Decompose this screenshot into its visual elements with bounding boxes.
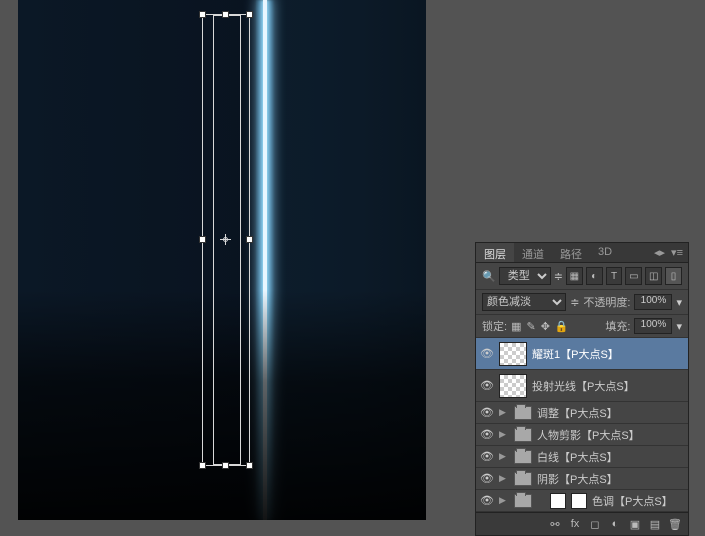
lock-label: 锁定: bbox=[482, 318, 507, 334]
layers-panel: 图层 通道 路径 3D ◂▸ ▾≡ 🔍 类型 ≑ ▦ ◐ T ▭ ◫ ▯ 颜色减… bbox=[475, 242, 689, 536]
opacity-label: 不透明度: bbox=[583, 294, 630, 310]
transform-handle-mid-right[interactable] bbox=[246, 236, 253, 243]
filter-kind-select[interactable]: 类型 bbox=[499, 267, 551, 285]
folder-icon bbox=[514, 428, 532, 442]
layer-name[interactable]: 白线【P大点S】 bbox=[537, 449, 684, 465]
disclosure-triangle-icon[interactable]: ▶ bbox=[499, 451, 509, 462]
search-icon: 🔍 bbox=[482, 270, 496, 283]
disclosure-triangle-icon[interactable]: ▶ bbox=[499, 429, 509, 440]
folder-icon bbox=[514, 450, 532, 464]
lock-row: 锁定: ▦ ✎ ✥ 🔒 填充: 100% ▾ bbox=[476, 315, 688, 338]
transform-handle-mid-left[interactable] bbox=[199, 236, 206, 243]
layer-thumbnail[interactable] bbox=[499, 374, 527, 398]
panel-tabs: 图层 通道 路径 3D ◂▸ ▾≡ bbox=[476, 243, 688, 263]
layer-name[interactable]: 调整【P大点S】 bbox=[537, 405, 684, 421]
fill-label: 填充: bbox=[605, 318, 630, 334]
panel-collapse-icon[interactable]: ◂▸ bbox=[654, 246, 665, 259]
visibility-eye-icon[interactable]: 👁 bbox=[480, 406, 494, 420]
chevron-down-icon[interactable]: ▾ bbox=[676, 320, 682, 333]
lock-all-icon[interactable]: 🔒 bbox=[555, 320, 569, 333]
filter-pixel-icon[interactable]: ▦ bbox=[566, 267, 583, 285]
fill-value[interactable]: 100% bbox=[634, 318, 672, 334]
disclosure-triangle-icon[interactable]: ▶ bbox=[499, 407, 509, 418]
layer-filter-row: 🔍 类型 ≑ ▦ ◐ T ▭ ◫ ▯ bbox=[476, 263, 688, 290]
layer-name[interactable]: 色调【P大点S】 bbox=[592, 493, 684, 509]
layer-thumbnail[interactable] bbox=[499, 342, 527, 366]
layer-name[interactable]: 投射光线【P大点S】 bbox=[532, 378, 684, 394]
fill-thumbnail bbox=[550, 493, 566, 509]
filter-type-icon[interactable]: T bbox=[606, 267, 623, 285]
free-transform-bounding-box[interactable] bbox=[202, 14, 250, 466]
transform-handle-top-right[interactable] bbox=[246, 11, 253, 18]
visibility-eye-icon[interactable]: 👁 bbox=[480, 428, 494, 442]
adjustment-layer-icon[interactable]: ◐ bbox=[606, 516, 624, 532]
canvas-area[interactable] bbox=[18, 0, 426, 520]
layer-name[interactable]: 阴影【P大点S】 bbox=[537, 471, 684, 487]
filter-adjust-icon[interactable]: ◐ bbox=[586, 267, 603, 285]
opacity-value[interactable]: 100% bbox=[634, 294, 672, 310]
disclosure-triangle-icon[interactable]: ▶ bbox=[499, 495, 509, 506]
layer-group-item[interactable]: 👁 ▶ 人物剪影【P大点S】 bbox=[476, 424, 688, 446]
visibility-eye-icon[interactable]: 👁 bbox=[480, 472, 494, 486]
new-group-icon[interactable]: ▣ bbox=[626, 516, 644, 532]
layer-group-item[interactable]: 👁 ▶ 色调【P大点S】 bbox=[476, 490, 688, 512]
layer-item[interactable]: 👁 投射光线【P大点S】 bbox=[476, 370, 688, 402]
layer-name[interactable]: 人物剪影【P大点S】 bbox=[537, 427, 684, 443]
layer-group-item[interactable]: 👁 ▶ 白线【P大点S】 bbox=[476, 446, 688, 468]
tab-paths[interactable]: 路径 bbox=[552, 243, 590, 262]
layers-list: 👁 耀斑1【P大点S】 👁 投射光线【P大点S】 👁 ▶ 调整【P大点S】 👁 … bbox=[476, 338, 688, 512]
transform-handle-bottom-left[interactable] bbox=[199, 462, 206, 469]
folder-icon bbox=[514, 472, 532, 486]
blend-row: 颜色减淡 ≑ 不透明度: 100% ▾ bbox=[476, 290, 688, 315]
tab-3d[interactable]: 3D bbox=[590, 243, 620, 262]
filter-smart-icon[interactable]: ◫ bbox=[645, 267, 662, 285]
mask-thumbnail bbox=[571, 493, 587, 509]
lock-pixels-icon[interactable]: ▦ bbox=[511, 320, 521, 333]
delete-layer-icon[interactable]: 🗑 bbox=[666, 516, 684, 532]
visibility-eye-icon[interactable]: 👁 bbox=[480, 494, 494, 508]
folder-icon bbox=[514, 406, 532, 420]
layer-group-item[interactable]: 👁 ▶ 阴影【P大点S】 bbox=[476, 468, 688, 490]
link-layers-icon[interactable]: ⚯ bbox=[546, 516, 564, 532]
visibility-eye-icon[interactable]: 👁 bbox=[480, 450, 494, 464]
transform-handle-bottom-right[interactable] bbox=[246, 462, 253, 469]
chevron-down-icon[interactable]: ▾ bbox=[676, 296, 682, 309]
layer-name[interactable]: 耀斑1【P大点S】 bbox=[532, 346, 684, 362]
disclosure-triangle-icon[interactable]: ▶ bbox=[499, 473, 509, 484]
visibility-eye-icon[interactable]: 👁 bbox=[480, 379, 494, 393]
transform-anchor-icon[interactable] bbox=[220, 234, 231, 245]
new-layer-icon[interactable]: ▤ bbox=[646, 516, 664, 532]
tab-layers[interactable]: 图层 bbox=[476, 243, 514, 262]
transform-handle-top-mid[interactable] bbox=[222, 11, 229, 18]
layer-item[interactable]: 👁 耀斑1【P大点S】 bbox=[476, 338, 688, 370]
filter-toggle-switch[interactable]: ▯ bbox=[665, 267, 682, 285]
layer-mask-icon[interactable]: ◻ bbox=[586, 516, 604, 532]
tab-channels[interactable]: 通道 bbox=[514, 243, 552, 262]
layer-group-item[interactable]: 👁 ▶ 调整【P大点S】 bbox=[476, 402, 688, 424]
folder-icon bbox=[514, 494, 532, 508]
panel-menu-icon[interactable]: ▾≡ bbox=[671, 246, 683, 259]
layer-style-fx-icon[interactable]: fx bbox=[566, 516, 584, 532]
lock-move-icon[interactable]: ✥ bbox=[541, 320, 550, 333]
transform-handle-bottom-mid[interactable] bbox=[222, 462, 229, 469]
blend-mode-select[interactable]: 颜色减淡 bbox=[482, 293, 566, 311]
visibility-eye-icon[interactable]: 👁 bbox=[480, 347, 494, 361]
filter-shape-icon[interactable]: ▭ bbox=[625, 267, 642, 285]
transform-handle-top-left[interactable] bbox=[199, 11, 206, 18]
lock-brush-icon[interactable]: ✎ bbox=[526, 320, 535, 333]
